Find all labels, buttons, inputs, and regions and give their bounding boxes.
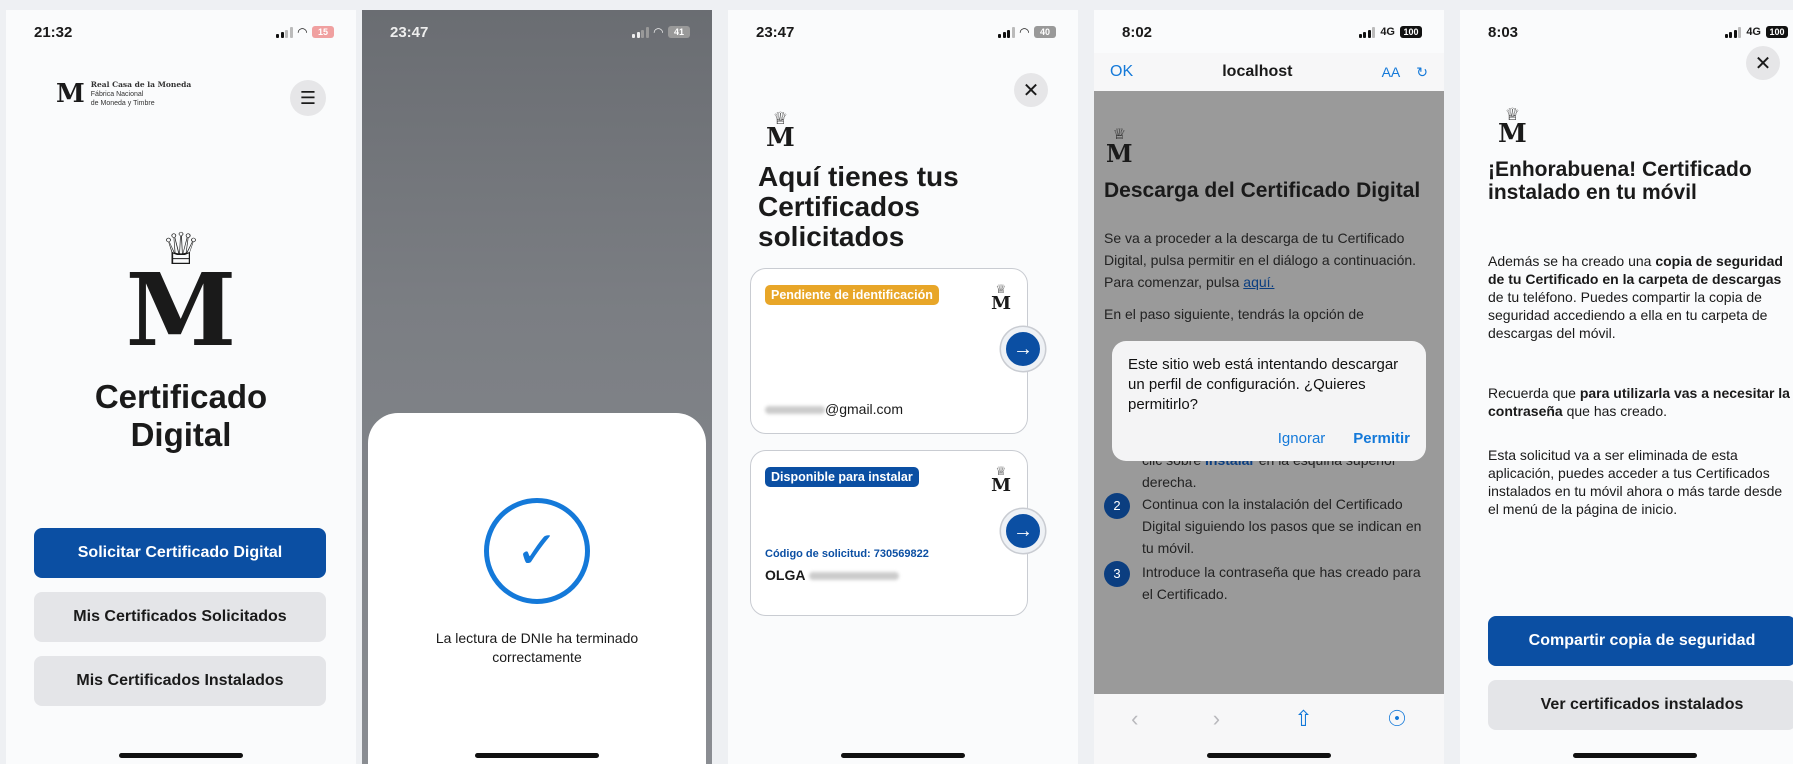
dialog-message: Este sitio web está intentando descargar… — [1128, 356, 1399, 413]
share-backup-button[interactable]: Compartir copia de seguridad — [1488, 616, 1793, 666]
crown-m-icon: ♕ M — [766, 109, 795, 153]
download-screen: 8:02 4G 100 OK localhost AA ↻ ♕ M Descarg… — [1094, 10, 1444, 764]
compass-icon[interactable]: ☉ — [1387, 706, 1407, 732]
arrow-right-icon[interactable]: → — [1001, 327, 1045, 371]
brand-line-2: Fábrica Nacional — [90, 90, 144, 98]
page-heading: Descarga del Certificado Digital — [1104, 179, 1421, 202]
signal-icon — [1358, 26, 1376, 38]
wifi-icon: ◠ — [1019, 25, 1029, 39]
browser-header: OK localhost AA ↻ — [1094, 53, 1444, 91]
close-icon[interactable]: ✕ — [1746, 46, 1780, 80]
status-time: 23:47 — [390, 23, 429, 41]
wifi-icon: ◠ — [297, 25, 307, 39]
status-bar: 8:02 4G 100 — [1094, 22, 1444, 42]
certificate-card[interactable]: Pendiente de identificación ♕ M → @gmail.… — [750, 268, 1045, 434]
step-number: 2 — [1104, 493, 1130, 519]
network-label: 4G — [1380, 26, 1395, 38]
signal-icon — [1724, 26, 1742, 38]
installed-certificates-button[interactable]: Mis Certificados Instalados — [34, 656, 326, 706]
step-3: 3 Introduce la contraseña que has creado… — [1104, 561, 1434, 605]
home-indicator — [1573, 753, 1697, 758]
success-message: La lectura de DNIe ha terminado correcta… — [435, 630, 639, 665]
card-email: @gmail.com — [765, 401, 903, 417]
url-host[interactable]: localhost — [1222, 63, 1292, 81]
home-indicator — [1207, 753, 1331, 758]
crown-m-icon: ♕ M — [1106, 126, 1133, 168]
installed-screen: 8:03 4G 100 ✕ ♕ M ¡Enhorabuena! Certifica… — [1460, 10, 1793, 764]
signal-icon — [276, 26, 293, 38]
home-indicator — [475, 753, 599, 758]
signal-icon — [632, 26, 649, 38]
removal-paragraph: Esta solicitud va a ser eliminada de est… — [1488, 447, 1783, 517]
hamburger-menu-icon[interactable]: ☰ — [290, 80, 326, 116]
crown-m-icon: M — [56, 79, 85, 110]
monogram-m: M — [125, 251, 237, 369]
crown-m-icon: ♕ M — [1498, 105, 1527, 149]
step-number: 3 — [1104, 561, 1130, 587]
arrow-right-icon[interactable]: → — [1001, 509, 1045, 553]
home-screen: 21:32 ◠ 15 M Real Casa de la Moneda Fábr… — [6, 10, 356, 764]
back-icon[interactable]: ‹ — [1131, 706, 1138, 732]
request-code: Código de solicitud: 730569822 — [765, 548, 929, 560]
app-title: Certificado Digital — [94, 378, 268, 453]
check-circle-icon: ✓ — [484, 498, 590, 604]
intro-text: Se va a proceder a la descarga de tu Cer… — [1104, 230, 1417, 290]
step-2: 2 Continua con la instalación del Certif… — [1104, 493, 1434, 559]
share-icon[interactable]: ⇧ — [1294, 706, 1312, 732]
view-installed-button[interactable]: Ver certificados instalados — [1488, 680, 1793, 730]
status-bar: 23:47 ◠ 41 — [362, 22, 712, 42]
reload-icon[interactable]: ↻ — [1416, 64, 1428, 81]
home-indicator — [119, 753, 243, 758]
requested-certificates-screen: 23:47 ◠ 40 ✕ ♕ M Aquí tienes tus Certific… — [728, 10, 1078, 764]
brand-line-3: de Moneda y Timbre — [90, 99, 155, 107]
dnie-read-screen: 23:47 ◠ 41 ✓ La lectura de DNIe ha termi… — [362, 10, 712, 764]
battery-icon: 40 — [1034, 26, 1056, 38]
ignore-button[interactable]: Ignorar — [1278, 430, 1326, 447]
request-certificate-button[interactable]: Solicitar Certificado Digital — [34, 528, 326, 578]
download-profile-dialog: Este sitio web está intentando descargar… — [1112, 341, 1426, 461]
status-badge: Disponible para instalar — [765, 467, 919, 487]
next-step-text: En el paso siguiente, tendrás la opción … — [1104, 306, 1364, 322]
crown-m-icon: ♕ M — [991, 282, 1011, 314]
battery-icon: 100 — [1766, 26, 1788, 38]
status-time: 8:02 — [1122, 23, 1153, 41]
status-badge: Pendiente de identificación — [765, 285, 939, 305]
forward-icon[interactable]: › — [1213, 706, 1220, 732]
signal-icon — [998, 26, 1015, 38]
success-sheet: ✓ La lectura de DNIe ha terminado correc… — [368, 413, 706, 764]
backup-paragraph: Además se ha creado una copia de segurid… — [1488, 253, 1783, 341]
certificate-card[interactable]: Disponible para instalar ♕ M → Código de … — [750, 450, 1045, 616]
fnmt-logo: M Real Casa de la Moneda Fábrica Naciona… — [56, 80, 191, 108]
status-bar: 8:03 4G 100 — [1460, 22, 1793, 42]
here-link[interactable]: aquí. — [1243, 274, 1274, 290]
home-indicator — [841, 753, 965, 758]
status-time: 23:47 — [756, 23, 795, 41]
battery-icon: 100 — [1400, 26, 1422, 38]
requested-certificates-button[interactable]: Mis Certificados Solicitados — [34, 592, 326, 642]
status-bar: 21:32 ◠ 15 — [6, 22, 356, 42]
network-label: 4G — [1746, 26, 1761, 38]
close-icon[interactable]: ✕ — [1014, 73, 1048, 107]
allow-button[interactable]: Permitir — [1353, 430, 1410, 447]
ok-button[interactable]: OK — [1110, 63, 1133, 81]
battery-icon: 41 — [668, 26, 690, 38]
card-name: OLGA — [765, 567, 899, 583]
status-time: 8:03 — [1488, 23, 1519, 41]
text-size-button[interactable]: AA — [1382, 64, 1401, 81]
page-title: ¡Enhorabuena! Certificado instalado en t… — [1488, 158, 1752, 204]
status-bar: 23:47 ◠ 40 — [728, 22, 1078, 42]
wifi-icon: ◠ — [653, 25, 663, 39]
password-paragraph: Recuerda que para utilizarla vas a neces… — [1488, 385, 1790, 419]
brand-line-1: Real Casa de la Moneda — [90, 80, 192, 89]
page-title: Aquí tienes tus Certificados solicitados — [758, 161, 959, 252]
battery-icon: 15 — [312, 26, 334, 38]
crown-m-icon: ♕ M — [991, 464, 1011, 496]
status-time: 21:32 — [34, 23, 73, 41]
